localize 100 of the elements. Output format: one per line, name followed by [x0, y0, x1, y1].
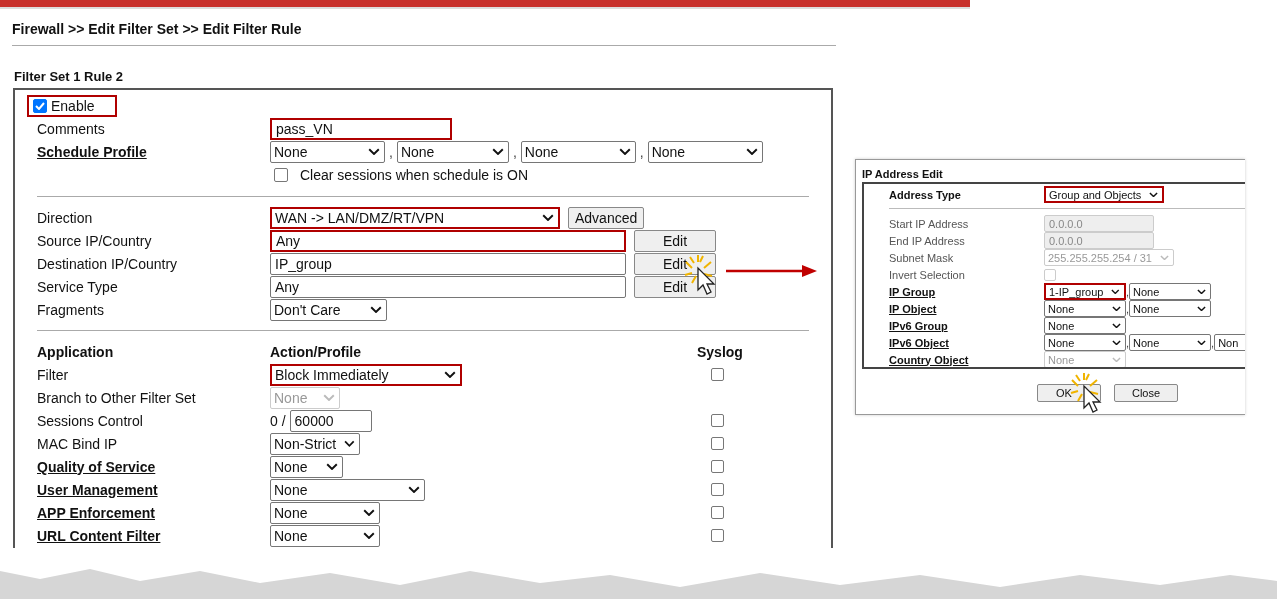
- comma-separator: ,: [512, 143, 517, 160]
- settings-link[interactable]: IP Object: [889, 302, 1044, 315]
- chevron-icon: [542, 213, 554, 222]
- dropdown[interactable]: None: [1044, 300, 1126, 317]
- dropdown[interactable]: None: [520, 140, 636, 163]
- text-field[interactable]: pass_VN: [270, 117, 452, 140]
- dropdown[interactable]: Non-Strict: [270, 432, 360, 455]
- field-label: Fragments: [37, 301, 105, 318]
- dropdown[interactable]: Group and Objects: [1044, 186, 1165, 203]
- checkbox[interactable]: [710, 460, 724, 473]
- checkbox[interactable]: [710, 506, 724, 519]
- breadcrumb: Firewall >> Edit Filter Set >> Edit Filter Rule: [12, 21, 836, 46]
- chevron-icon: [1112, 305, 1121, 312]
- settings-link[interactable]: IPv6 Object: [889, 336, 1044, 349]
- chevron-icon: [1197, 339, 1207, 346]
- settings-link[interactable]: Country Object: [889, 353, 1044, 366]
- dropdown[interactable]: None: [1044, 317, 1126, 334]
- chevron-icon: [1112, 322, 1121, 329]
- dropdown[interactable]: WAN -> LAN/DMZ/RT/VPN: [270, 206, 560, 229]
- column-header: Application: [37, 343, 115, 360]
- dropdown[interactable]: None: [396, 140, 509, 163]
- field-label: Branch to Other Filter Set: [37, 389, 197, 406]
- chevron-icon: [370, 305, 382, 314]
- field-label: Service Type: [37, 278, 119, 295]
- dialog-button[interactable]: Close: [1114, 384, 1178, 402]
- dropdown[interactable]: None: [270, 455, 343, 478]
- field-label: MAC Bind IP: [37, 435, 119, 452]
- chevron-icon: [363, 531, 375, 540]
- checkbox[interactable]: [710, 368, 724, 381]
- dropdown[interactable]: Block Immediately: [270, 363, 462, 386]
- dropdown[interactable]: None: [270, 140, 385, 163]
- chevron-icon: [745, 147, 758, 156]
- chevron-icon: [444, 370, 456, 379]
- field-label: Direction: [37, 209, 94, 226]
- dropdown[interactable]: None: [1129, 334, 1212, 351]
- dropdown[interactable]: None: [1044, 334, 1126, 351]
- settings-link[interactable]: IPv6 Group: [889, 319, 1044, 332]
- dropdown[interactable]: Don't Care: [270, 298, 387, 321]
- field-label: Source IP/Country: [37, 232, 153, 249]
- field-label: Subnet Mask: [889, 251, 955, 264]
- field-label: Comments: [37, 120, 106, 137]
- chevron-icon: [408, 485, 420, 494]
- checkbox[interactable]: [33, 98, 47, 113]
- rule-title: Filter Set 1 Rule 2: [14, 69, 125, 84]
- dropdown[interactable]: None: [270, 501, 380, 524]
- chevron-icon: [326, 462, 338, 471]
- dropdown[interactable]: 1-IP_group: [1044, 283, 1126, 300]
- chevron-icon: [1160, 254, 1169, 261]
- dropdown[interactable]: Non: [1214, 334, 1245, 351]
- text-field[interactable]: 60000: [289, 409, 372, 432]
- checkbox[interactable]: [710, 437, 724, 450]
- comma-separator: ,: [639, 143, 644, 160]
- settings-link[interactable]: User Management: [37, 481, 270, 498]
- settings-link[interactable]: APP Enforcement: [37, 504, 270, 521]
- dropdown[interactable]: None: [270, 478, 425, 501]
- field-label: Invert Selection: [889, 268, 966, 281]
- checkbox[interactable]: [274, 168, 288, 182]
- chevron-icon: [344, 439, 355, 448]
- checkbox[interactable]: [710, 529, 724, 542]
- action-button[interactable]: Advanced: [568, 206, 645, 229]
- chevron-icon: [323, 393, 335, 402]
- chevron-icon: [363, 508, 375, 517]
- dropdown[interactable]: None: [270, 524, 380, 547]
- field-label: End IP Address: [889, 234, 966, 247]
- action-button[interactable]: Edit: [634, 229, 716, 252]
- chevron-icon: [1111, 288, 1120, 295]
- field-label: Destination IP/Country: [37, 255, 179, 272]
- text-field[interactable]: IP_group: [270, 252, 626, 275]
- checkbox[interactable]: [710, 414, 724, 427]
- settings-link[interactable]: URL Content Filter: [37, 527, 270, 544]
- checkbox-label: Enable: [51, 97, 95, 114]
- field-label: Address Type: [889, 188, 962, 201]
- field-label: Start IP Address: [889, 217, 970, 230]
- checkbox-label: Clear sessions when schedule is ON: [300, 167, 528, 183]
- session-count: 0 /: [270, 412, 286, 429]
- chevron-icon: [1149, 191, 1159, 198]
- field-label: Filter: [37, 366, 70, 383]
- dropdown[interactable]: None: [1129, 300, 1212, 317]
- checkbox[interactable]: [710, 483, 724, 496]
- field-label: Sessions Control: [37, 412, 144, 429]
- settings-link[interactable]: Schedule Profile: [37, 143, 270, 160]
- chevron-icon: [491, 147, 504, 156]
- settings-link[interactable]: Quality of Service: [37, 458, 270, 475]
- column-header: Action/Profile: [270, 343, 362, 360]
- dropdown[interactable]: None: [1129, 283, 1212, 300]
- dialog-title: IP Address Edit: [862, 168, 944, 180]
- text-field[interactable]: Any: [270, 229, 626, 252]
- comma-separator: ,: [1126, 285, 1130, 298]
- chevron-icon: [368, 147, 380, 156]
- settings-link[interactable]: IP Group: [889, 285, 1044, 298]
- action-button[interactable]: Edit: [634, 252, 716, 275]
- dropdown[interactable]: None: [647, 140, 763, 163]
- chevron-icon: [618, 147, 631, 156]
- chevron-icon: [1112, 339, 1121, 346]
- chevron-icon: [1112, 356, 1121, 363]
- text-field[interactable]: Any: [270, 275, 626, 298]
- column-header: Syslog: [697, 343, 744, 360]
- comma-separator: ,: [389, 143, 393, 160]
- comma-separator: ,: [1126, 336, 1130, 349]
- comma-separator: ,: [1126, 302, 1130, 315]
